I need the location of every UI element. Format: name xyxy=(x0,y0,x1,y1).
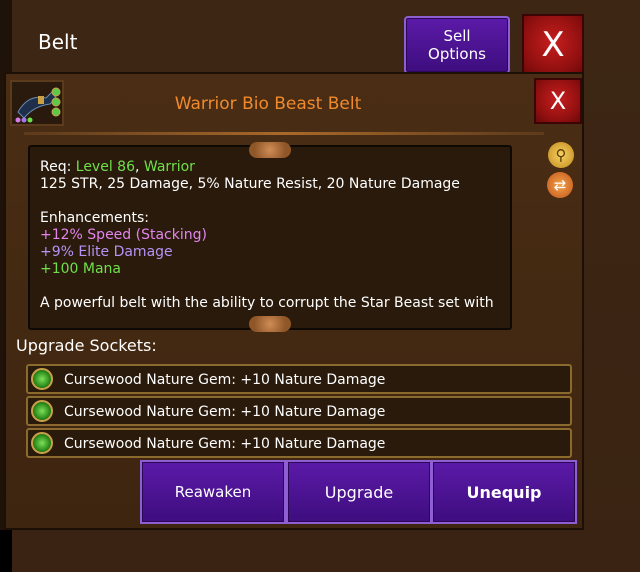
scroll-down-handle[interactable] xyxy=(249,316,291,332)
req-prefix: Req: xyxy=(40,159,76,175)
sell-options-button[interactable]: Sell Options xyxy=(404,16,510,74)
upgrade-button[interactable]: Upgrade xyxy=(286,460,432,524)
req-class: Warrior xyxy=(143,159,195,175)
sockets-label: Upgrade Sockets: xyxy=(16,336,157,355)
reawaken-button[interactable]: Reawaken xyxy=(140,460,286,524)
item-stats: 125 STR, 25 Damage, 5% Nature Resist, 20… xyxy=(40,176,460,192)
requirement-line: Req: Level 86, Warrior xyxy=(40,159,510,176)
unequip-button[interactable]: Unequip xyxy=(431,460,577,524)
req-level: Level 86 xyxy=(75,159,135,175)
enhancements-title: Enhancements: xyxy=(40,210,149,226)
enhancement-elite-damage: +9% Elite Damage xyxy=(40,244,173,260)
socket-row[interactable]: Cursewood Nature Gem: +10 Nature Damage xyxy=(26,428,572,458)
close-window-button[interactable]: X xyxy=(522,14,584,76)
item-name: Warrior Bio Beast Belt xyxy=(174,94,362,114)
belt-item-icon xyxy=(10,80,64,126)
flavor-text: A powerful belt with the ability to corr… xyxy=(40,295,494,311)
nature-gem-icon xyxy=(31,432,53,454)
socket-row[interactable]: Cursewood Nature Gem: +10 Nature Damage xyxy=(26,396,572,426)
socket-text: Cursewood Nature Gem: +10 Nature Damage xyxy=(64,404,386,420)
item-description: Req: Level 86, Warrior 125 STR, 25 Damag… xyxy=(40,159,510,312)
nature-gem-icon xyxy=(31,400,53,422)
socket-row[interactable]: Cursewood Nature Gem: +10 Nature Damage xyxy=(26,364,572,394)
socket-text: Cursewood Nature Gem: +10 Nature Damage xyxy=(64,436,386,452)
item-description-box: Req: Level 86, Warrior 125 STR, 25 Damag… xyxy=(28,145,512,330)
enhancement-speed: +12% Speed (Stacking) xyxy=(40,227,207,243)
left-edge-dark xyxy=(0,530,12,572)
loot-bag-icon[interactable]: ⚲ xyxy=(548,142,574,168)
window-title: Belt xyxy=(38,30,78,54)
close-item-button[interactable]: X xyxy=(534,78,582,124)
req-separator: , xyxy=(135,159,144,175)
swap-icon[interactable]: ⇄ xyxy=(547,172,573,198)
nature-gem-icon xyxy=(31,368,53,390)
enhancement-mana: +100 Mana xyxy=(40,261,122,277)
socket-text: Cursewood Nature Gem: +10 Nature Damage xyxy=(64,372,386,388)
scroll-up-handle[interactable] xyxy=(249,142,291,158)
divider xyxy=(24,132,544,135)
